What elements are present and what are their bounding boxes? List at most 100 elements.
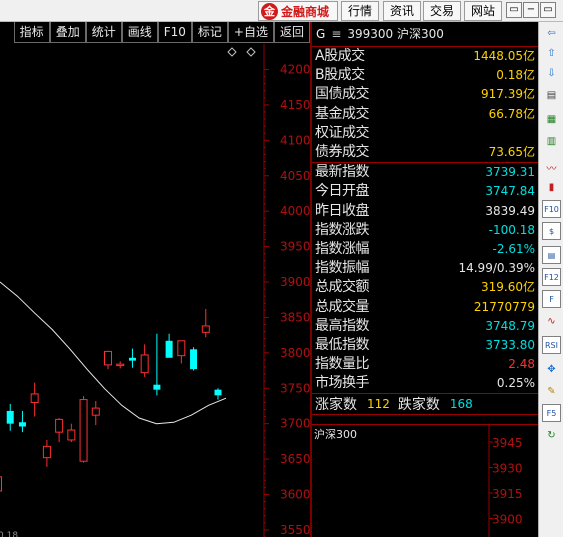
mini-chart[interactable]: 3945 3930 3915 3900 沪深300 — [312, 424, 538, 537]
menu-icon[interactable]: ≡ — [331, 27, 341, 41]
stat-row: 市场换手 0.25% — [312, 374, 538, 393]
turnover-value: 917.39亿 — [481, 87, 535, 102]
code-prefix: G — [316, 27, 326, 41]
turnover-label: 国债成交 — [315, 86, 370, 103]
turnover-value: 1448.05亿 — [473, 49, 535, 64]
stat-value: 3747.84 — [485, 184, 535, 199]
turnover-label: 基金成交 — [315, 105, 370, 122]
down-count-value: 168 — [449, 397, 473, 412]
right-tool-sidebar: ⇦ ⇧ ⇩ ▤ ▦ ▥ 〰 ▮ F10 $ ▤ F12 F ∿ RSI ✥ ✎ F5 ↻ — [538, 22, 563, 537]
stat-value: 319.60亿 — [481, 280, 535, 295]
candle-body — [30, 393, 39, 403]
draw-line-button[interactable]: 画线 — [121, 22, 158, 43]
stat-label: 今日开盘 — [315, 183, 370, 200]
y-tick-label: 3800 — [280, 346, 310, 360]
maximize-icon[interactable]: ▭ — [540, 2, 556, 18]
rsi-icon[interactable]: RSI — [542, 336, 561, 354]
stat-row: 昨日收盘 3839.49 — [312, 202, 538, 221]
mark-button[interactable]: 标记 — [191, 22, 228, 43]
grid-icon[interactable]: ▥ — [542, 132, 561, 150]
website-button[interactable]: 网站 — [464, 1, 502, 21]
text-f-icon[interactable]: F — [542, 290, 561, 308]
arrow-left-icon[interactable]: ⇦ — [542, 24, 561, 42]
up-count-value: 112 — [367, 397, 390, 412]
list-icon[interactable]: ▤ — [542, 86, 561, 104]
f5-icon[interactable]: F5 — [542, 404, 561, 422]
pencil-icon[interactable]: ✎ — [542, 382, 561, 400]
report-icon[interactable]: ▤ — [542, 246, 561, 264]
refresh-icon[interactable]: ↻ — [542, 426, 561, 444]
dollar-icon[interactable]: $ — [542, 222, 561, 240]
f10-button[interactable]: F10 — [157, 22, 192, 43]
stat-label: 指数涨跌 — [315, 221, 370, 238]
x-tick-label: 0.18 — [0, 531, 18, 537]
stat-value: -2.61% — [492, 241, 535, 256]
y-tick-label: 3750 — [280, 381, 310, 395]
f12-icon[interactable]: F12 — [542, 268, 561, 286]
kline-chart[interactable]: 4200 4150 4100 4050 4000 3950 3900 3850 3800 3750… — [0, 44, 310, 537]
candle-body — [190, 349, 198, 370]
statistics-button[interactable]: 统计 — [85, 22, 122, 43]
overlay-button[interactable]: 叠加 — [49, 22, 86, 43]
turnover-section: A股成交 1448.05亿 B股成交 0.18亿 国债成交 917.39亿 基金成交 66.7… — [312, 47, 538, 164]
mini-y-tick-label: 3930 — [492, 462, 523, 476]
candle-body — [177, 340, 186, 357]
stat-value: 21770779 — [473, 299, 535, 314]
turnover-label: A股成交 — [315, 48, 365, 65]
candle-body — [42, 445, 51, 459]
stat-row: 最新指数 3739.31 — [312, 163, 538, 182]
candle-body — [91, 407, 100, 416]
y-tick-label: 4200 — [280, 63, 310, 77]
arrow-up-icon[interactable]: ⇧ — [542, 44, 561, 62]
candle-body — [214, 389, 222, 396]
back-button[interactable]: 返回 — [273, 22, 310, 43]
stat-value: 14.99/0.39% — [458, 261, 535, 276]
turnover-value: 66.78亿 — [488, 106, 535, 121]
move-icon[interactable]: ✥ — [542, 360, 561, 378]
candle-body — [201, 325, 210, 333]
chart-toolbar: 指标 叠加 统计 画线 F10 标记 +自选 返回 — [0, 22, 310, 44]
news-button[interactable]: 资讯 — [383, 1, 421, 21]
mall-button[interactable]: 金 金融商城 — [258, 1, 338, 21]
stat-label: 市场换手 — [315, 375, 370, 392]
index-name: 沪深300 — [397, 27, 444, 41]
indicator-button[interactable]: 指标 — [13, 22, 50, 43]
mini-y-tick-label: 3945 — [492, 436, 523, 450]
quote-button[interactable]: 行情 — [341, 1, 379, 21]
y-tick-label: 4100 — [280, 133, 310, 147]
minimize-icon[interactable]: − — [523, 2, 539, 18]
restore-icon[interactable]: ▭ — [506, 2, 522, 18]
candle-body — [0, 476, 2, 492]
table-icon[interactable]: ▦ — [542, 110, 561, 128]
candle-chart-icon[interactable]: ▮ — [542, 178, 561, 196]
stat-value: 2.48 — [508, 357, 535, 372]
trade-button[interactable]: 交易 — [423, 1, 461, 21]
candle-body — [140, 354, 149, 374]
candle-body — [67, 429, 76, 441]
candle-body — [104, 350, 112, 366]
index-stats-section: 最新指数 3739.31 今日开盘 3747.84 昨日收盘 3839.49 指数涨跌 -10… — [312, 163, 538, 395]
y-tick-label: 4050 — [280, 169, 310, 183]
candle-body — [128, 357, 136, 361]
candle-body — [79, 399, 88, 462]
advance-decline-row: 涨家数 112 跌家数 168 — [312, 394, 538, 416]
stat-label: 指数涨幅 — [315, 240, 370, 257]
turnover-label: 权证成交 — [315, 124, 370, 141]
candle-body — [153, 384, 161, 390]
candle-body — [116, 363, 125, 367]
stat-value: 3839.49 — [485, 203, 535, 218]
up-count-label: 涨家数 — [315, 397, 357, 414]
stat-value: -100.18 — [488, 222, 535, 237]
turnover-value: 73.65亿 — [488, 145, 535, 160]
add-favorite-button[interactable]: +自选 — [227, 22, 274, 43]
wave-icon[interactable]: ∿ — [542, 312, 561, 330]
turnover-row: 基金成交 66.78亿 — [312, 105, 538, 124]
arrow-down-icon[interactable]: ⇩ — [542, 64, 561, 82]
stat-value: 3748.79 — [485, 318, 535, 333]
brand-label: 金融商城 — [281, 4, 330, 19]
stat-row: 总成交量 21770779 — [312, 297, 538, 316]
top-menu-bar: 金 金融商城 行情 资讯 交易 网站 ▭ − ▭ — [0, 0, 563, 22]
f10-icon[interactable]: F10 — [542, 200, 561, 218]
line-chart-icon[interactable]: 〰 — [542, 158, 561, 176]
stat-row: 最高指数 3748.79 — [312, 317, 538, 336]
